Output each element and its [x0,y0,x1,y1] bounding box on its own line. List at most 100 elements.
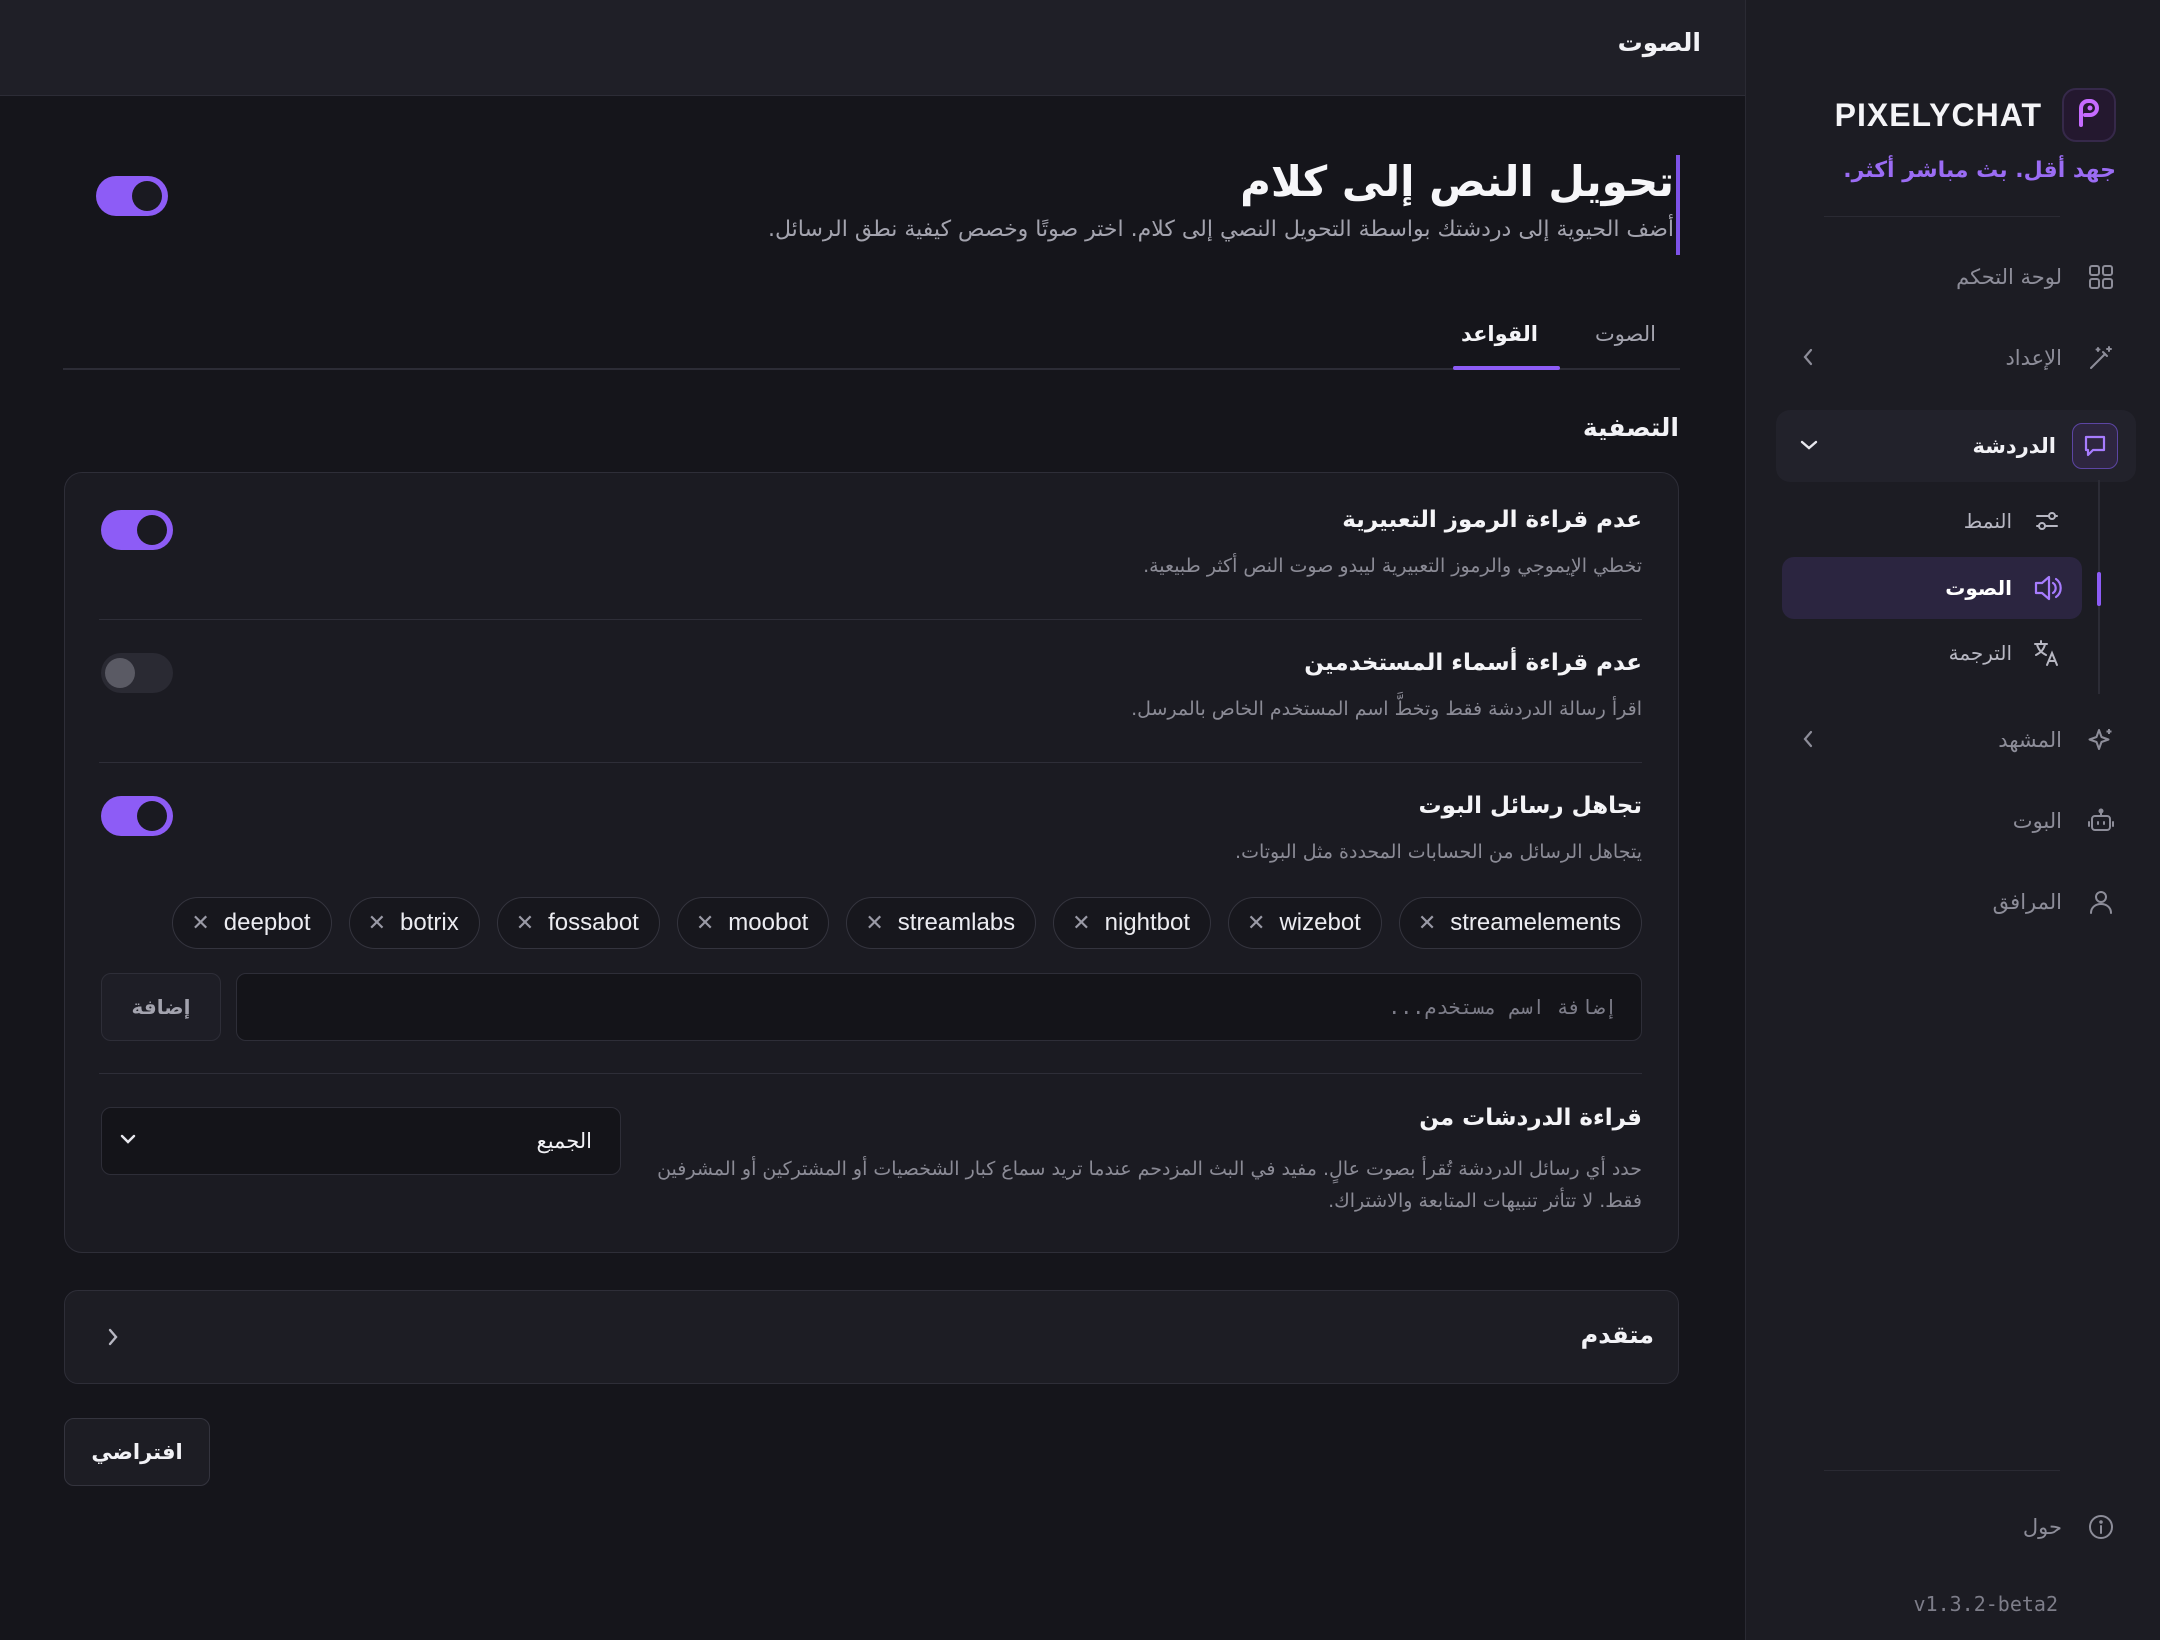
add-username-input[interactable] [236,973,1642,1041]
ignore-bots-description: يتجاهل الرسائل من الحسابات المحددة مثل ا… [1235,841,1642,863]
robot-icon [2084,804,2118,838]
chevron-left-icon [1798,728,1818,755]
advanced-title: متقدم [1580,1321,1654,1349]
chevron-down-icon [118,1129,138,1153]
remove-chip-icon[interactable]: ✕ [368,910,386,936]
remove-chip-icon[interactable]: ✕ [865,910,883,936]
toggle-knob [137,515,167,545]
remove-chip-icon[interactable]: ✕ [1247,910,1265,936]
sidebar-item-label: النمط [1963,509,2012,533]
pixelychat-logo-icon [2062,88,2116,142]
remove-chip-icon[interactable]: ✕ [516,910,534,936]
advanced-section[interactable]: متقدم [64,1290,1679,1384]
bot-chip[interactable]: ✕ wizebot [1228,897,1382,949]
bot-chip-list: ✕ streamelements ✕ wizebot ✕ nightbot ✕ stre… [99,897,1642,949]
tab-rules[interactable]: القواعد [1461,322,1538,346]
read-from-select[interactable]: الجميع [101,1107,621,1175]
tts-enable-toggle[interactable] [96,176,168,216]
submenu-active-indicator [2097,572,2101,606]
bot-chip-label: deepbot [223,909,311,936]
sidebar-divider [1824,216,2060,217]
topbar: الصوت [0,0,1745,96]
sidebar-item-label: لوحة التحكم [1956,265,2062,289]
page-title: الصوت [1617,28,1701,57]
reset-default-button[interactable]: افتراضي [64,1418,210,1486]
sidebar-item-label: حول [2022,1515,2062,1539]
row-divider [99,619,1642,620]
sidebar-subitem-voice[interactable]: الصوت [1782,557,2082,619]
toggle-knob [132,181,162,211]
tab-bar: الصوت القواعد [63,310,1680,370]
chevron-down-icon [1798,435,1820,460]
filter-section-title: التصفية [1582,413,1679,442]
skip-usernames-description: اقرأ رسالة الدردشة فقط وتخطَّ اسم المستخ… [1131,698,1642,720]
sidebar-item-label: الدردشة [1972,434,2056,458]
bot-chip-label: streamlabs [897,909,1016,936]
bot-chip-label: streamelements [1450,909,1621,936]
remove-chip-icon[interactable]: ✕ [1418,910,1436,936]
magic-wand-icon [2084,341,2118,375]
skip-emoji-toggle[interactable] [101,510,173,550]
sidebar-item-facilities[interactable]: المرافق [1776,870,2136,934]
sidebar-subitem-translation[interactable]: الترجمة [1782,622,2082,684]
chevron-left-icon [1798,346,1818,373]
chat-bubble-icon [2072,423,2118,469]
remove-chip-icon[interactable]: ✕ [191,910,209,936]
tab-voice[interactable]: الصوت [1595,322,1656,346]
bot-chip[interactable]: ✕ deepbot [172,897,332,949]
bot-chip[interactable]: ✕ moobot [676,897,830,949]
add-username-button[interactable]: إضافة [101,973,221,1041]
sidebar-item-setup[interactable]: الإعداد [1776,326,2136,390]
row-divider [99,762,1642,763]
sidebar-item-dashboard[interactable]: لوحة التحكم [1776,245,2136,309]
sidebar-subitem-style[interactable]: النمط [1782,490,2082,552]
bot-chip[interactable]: ✕ botrix [348,897,480,949]
skip-emoji-description: تخطي الإيموجي والرموز التعبيرية ليبدو صو… [1143,555,1642,577]
sidebar-item-label: الإعداد [2005,346,2062,370]
sidebar-item-label: الترجمة [1948,641,2012,665]
sidebar-item-bot[interactable]: البوت [1776,789,2136,853]
sidebar: PIXELYCHAT جهد أقل. بث مباشر أكثر. لوحة … [1745,0,2160,1640]
toggle-knob [137,801,167,831]
bot-chip-label: botrix [400,909,459,936]
read-from-description: حدد أي رسائل الدردشة تُقرأ بصوت عالٍ. مف… [657,1158,1642,1212]
bot-chip[interactable]: ✕ streamlabs [846,897,1037,949]
tts-title: تحويل النص إلى كلام [1240,157,1674,206]
sidebar-item-chat[interactable]: الدردشة [1776,410,2136,482]
brand[interactable]: PIXELYCHAT [1835,88,2116,142]
translate-icon [2032,638,2062,668]
speaker-icon [2032,573,2062,603]
bot-chip[interactable]: ✕ fossabot [496,897,660,949]
sidebar-item-label: البوت [2012,809,2062,833]
remove-chip-icon[interactable]: ✕ [696,910,714,936]
skip-usernames-toggle[interactable] [101,653,173,693]
sidebar-item-scene[interactable]: المشهد [1776,708,2136,772]
info-icon [2084,1510,2118,1544]
bot-chip[interactable]: ✕ streamelements [1398,897,1642,949]
sparkles-icon [2084,723,2118,757]
tts-header: تحويل النص إلى كلام أضف الحيوية إلى دردش… [380,155,1680,255]
sidebar-divider [1824,1470,2060,1471]
remove-chip-icon[interactable]: ✕ [1072,910,1090,936]
brand-name: PIXELYCHAT [1834,96,2042,133]
ignore-bots-title: تجاهل رسائل البوت [1418,793,1642,819]
bot-chip[interactable]: ✕ nightbot [1053,897,1212,949]
grid-icon [2084,260,2118,294]
chevron-right-icon [103,1325,123,1353]
read-from-title: قراءة الدردشات من [1419,1105,1642,1131]
user-icon [2084,885,2118,919]
bot-chip-label: nightbot [1104,909,1191,936]
sidebar-item-about[interactable]: حول [1776,1495,2136,1559]
sliders-icon [2032,506,2062,536]
bot-chip-label: wizebot [1279,909,1361,936]
sidebar-item-label: المشهد [1998,728,2062,752]
sidebar-item-label: الصوت [1945,576,2012,600]
read-from-selected-value: الجميع [536,1129,592,1153]
tts-subtitle: أضف الحيوية إلى دردشتك بواسطة التحويل ال… [768,217,1674,242]
ignore-bots-toggle[interactable] [101,796,173,836]
active-tab-indicator [1453,366,1560,370]
row-divider [99,1073,1642,1074]
bot-chip-label: fossabot [548,909,639,936]
filter-card: عدم قراءة الرموز التعبيرية تخطي الإيموجي… [64,472,1679,1253]
skip-emoji-title: عدم قراءة الرموز التعبيرية [1342,507,1642,533]
